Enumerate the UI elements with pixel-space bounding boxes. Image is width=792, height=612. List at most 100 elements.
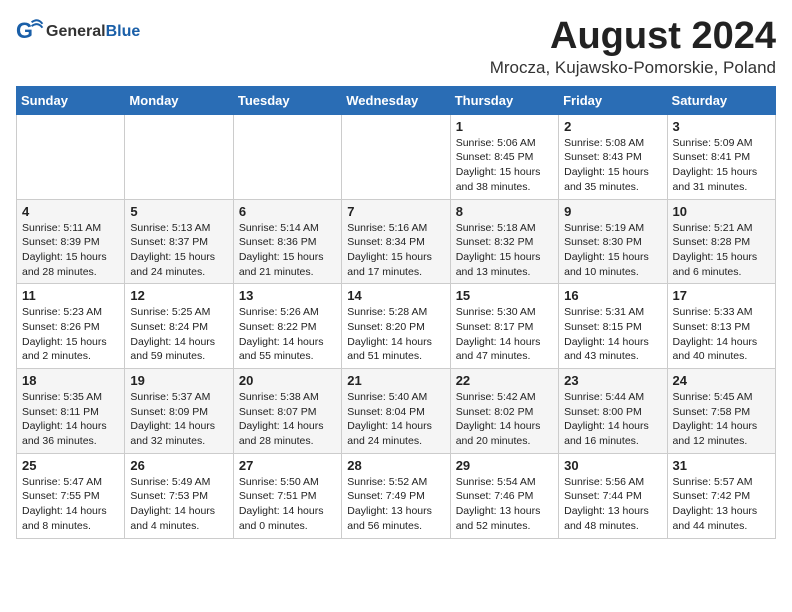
day-info: Sunrise: 5:47 AMSunset: 7:55 PMDaylight:… xyxy=(22,475,119,534)
calendar-cell: 14Sunrise: 5:28 AMSunset: 8:20 PMDayligh… xyxy=(342,284,450,369)
day-number: 19 xyxy=(130,373,227,388)
day-info: Sunrise: 5:49 AMSunset: 7:53 PMDaylight:… xyxy=(130,475,227,534)
day-number: 11 xyxy=(22,288,119,303)
day-info: Sunrise: 5:14 AMSunset: 8:36 PMDaylight:… xyxy=(239,221,336,280)
day-info: Sunrise: 5:45 AMSunset: 7:58 PMDaylight:… xyxy=(673,390,770,449)
day-number: 30 xyxy=(564,458,661,473)
calendar-cell xyxy=(342,114,450,199)
day-number: 7 xyxy=(347,204,444,219)
day-info: Sunrise: 5:37 AMSunset: 8:09 PMDaylight:… xyxy=(130,390,227,449)
day-number: 27 xyxy=(239,458,336,473)
logo-blue: Blue xyxy=(106,23,141,40)
calendar-cell: 8Sunrise: 5:18 AMSunset: 8:32 PMDaylight… xyxy=(450,199,558,284)
day-info: Sunrise: 5:09 AMSunset: 8:41 PMDaylight:… xyxy=(673,136,770,195)
calendar-cell: 24 Sunrise: 5:45 AMSunset: 7:58 PMDayligh… xyxy=(667,369,775,454)
calendar-cell xyxy=(17,114,125,199)
calendar-cell: 30 Sunrise: 5:56 AMSunset: 7:44 PMDayligh… xyxy=(559,453,667,538)
logo: G GeneralBlue xyxy=(16,16,140,44)
calendar-cell: 2Sunrise: 5:08 AMSunset: 8:43 PMDaylight… xyxy=(559,114,667,199)
day-info: Sunrise: 5:25 AMSunset: 8:24 PMDaylight:… xyxy=(130,305,227,364)
weekday-header-cell: Monday xyxy=(125,86,233,114)
day-info: Sunrise: 5:06 AMSunset: 8:45 PMDaylight:… xyxy=(456,136,553,195)
svg-text:G: G xyxy=(16,18,33,43)
calendar-week-row: 25Sunrise: 5:47 AMSunset: 7:55 PMDayligh… xyxy=(17,453,776,538)
calendar-cell: 13Sunrise: 5:26 AMSunset: 8:22 PMDayligh… xyxy=(233,284,341,369)
day-info: Sunrise: 5:26 AMSunset: 8:22 PMDaylight:… xyxy=(239,305,336,364)
weekday-header-cell: Thursday xyxy=(450,86,558,114)
calendar-cell: 17Sunrise: 5:33 AMSunset: 8:13 PMDayligh… xyxy=(667,284,775,369)
calendar-table: SundayMondayTuesdayWednesdayThursdayFrid… xyxy=(16,86,776,539)
day-number: 9 xyxy=(564,204,661,219)
day-info: Sunrise: 5:56 AMSunset: 7:44 PMDaylight:… xyxy=(564,475,661,534)
logo-icon: G xyxy=(16,16,44,44)
calendar-cell: 4Sunrise: 5:11 AMSunset: 8:39 PMDaylight… xyxy=(17,199,125,284)
day-number: 18 xyxy=(22,373,119,388)
weekday-header-cell: Saturday xyxy=(667,86,775,114)
calendar-cell: 1 Sunrise: 5:06 AMSunset: 8:45 PMDaylight… xyxy=(450,114,558,199)
calendar-cell: 31 Sunrise: 5:57 AMSunset: 7:42 PMDayligh… xyxy=(667,453,775,538)
day-number: 16 xyxy=(564,288,661,303)
day-info: Sunrise: 5:50 AMSunset: 7:51 PMDaylight:… xyxy=(239,475,336,534)
day-number: 5 xyxy=(130,204,227,219)
calendar-cell: 11 Sunrise: 5:23 AMSunset: 8:26 PMDayligh… xyxy=(17,284,125,369)
day-info: Sunrise: 5:52 AMSunset: 7:49 PMDaylight:… xyxy=(347,475,444,534)
calendar-body: 1 Sunrise: 5:06 AMSunset: 8:45 PMDaylight… xyxy=(17,114,776,538)
day-info: Sunrise: 5:57 AMSunset: 7:42 PMDaylight:… xyxy=(673,475,770,534)
day-info: Sunrise: 5:44 AMSunset: 8:00 PMDaylight:… xyxy=(564,390,661,449)
day-info: Sunrise: 5:54 AMSunset: 7:46 PMDaylight:… xyxy=(456,475,553,534)
calendar-cell: 22Sunrise: 5:42 AMSunset: 8:02 PMDayligh… xyxy=(450,369,558,454)
day-info: Sunrise: 5:35 AMSunset: 8:11 PMDaylight:… xyxy=(22,390,119,449)
day-info: Sunrise: 5:40 AMSunset: 8:04 PMDaylight:… xyxy=(347,390,444,449)
calendar-cell: 20Sunrise: 5:38 AMSunset: 8:07 PMDayligh… xyxy=(233,369,341,454)
day-info: Sunrise: 5:18 AMSunset: 8:32 PMDaylight:… xyxy=(456,221,553,280)
calendar-cell: 12Sunrise: 5:25 AMSunset: 8:24 PMDayligh… xyxy=(125,284,233,369)
calendar-week-row: 18 Sunrise: 5:35 AMSunset: 8:11 PMDayligh… xyxy=(17,369,776,454)
day-info: Sunrise: 5:08 AMSunset: 8:43 PMDaylight:… xyxy=(564,136,661,195)
calendar-cell: 10 Sunrise: 5:21 AMSunset: 8:28 PMDayligh… xyxy=(667,199,775,284)
calendar-cell: 28 Sunrise: 5:52 AMSunset: 7:49 PMDayligh… xyxy=(342,453,450,538)
calendar-cell: 27 Sunrise: 5:50 AMSunset: 7:51 PMDayligh… xyxy=(233,453,341,538)
weekday-header-cell: Sunday xyxy=(17,86,125,114)
calendar-week-row: 4Sunrise: 5:11 AMSunset: 8:39 PMDaylight… xyxy=(17,199,776,284)
day-number: 31 xyxy=(673,458,770,473)
day-number: 6 xyxy=(239,204,336,219)
location-subtitle: Mrocza, Kujawsko-Pomorskie, Poland xyxy=(490,58,776,78)
page-header: G GeneralBlue August 2024 Mrocza, Kujaws… xyxy=(16,16,776,78)
calendar-cell: 3Sunrise: 5:09 AMSunset: 8:41 PMDaylight… xyxy=(667,114,775,199)
calendar-cell: 7 Sunrise: 5:16 AMSunset: 8:34 PMDaylight… xyxy=(342,199,450,284)
day-number: 28 xyxy=(347,458,444,473)
calendar-cell: 9 Sunrise: 5:19 AMSunset: 8:30 PMDaylight… xyxy=(559,199,667,284)
calendar-cell: 25Sunrise: 5:47 AMSunset: 7:55 PMDayligh… xyxy=(17,453,125,538)
day-number: 10 xyxy=(673,204,770,219)
day-info: Sunrise: 5:38 AMSunset: 8:07 PMDaylight:… xyxy=(239,390,336,449)
day-info: Sunrise: 5:21 AMSunset: 8:28 PMDaylight:… xyxy=(673,221,770,280)
calendar-cell: 21 Sunrise: 5:40 AMSunset: 8:04 PMDayligh… xyxy=(342,369,450,454)
day-number: 23 xyxy=(564,373,661,388)
day-info: Sunrise: 5:33 AMSunset: 8:13 PMDaylight:… xyxy=(673,305,770,364)
calendar-cell: 19 Sunrise: 5:37 AMSunset: 8:09 PMDayligh… xyxy=(125,369,233,454)
day-number: 1 xyxy=(456,119,553,134)
calendar-cell: 29 Sunrise: 5:54 AMSunset: 7:46 PMDayligh… xyxy=(450,453,558,538)
weekday-header-cell: Wednesday xyxy=(342,86,450,114)
calendar-week-row: 11 Sunrise: 5:23 AMSunset: 8:26 PMDayligh… xyxy=(17,284,776,369)
day-info: Sunrise: 5:19 AMSunset: 8:30 PMDaylight:… xyxy=(564,221,661,280)
day-number: 21 xyxy=(347,373,444,388)
logo-general: General xyxy=(46,23,106,40)
day-info: Sunrise: 5:23 AMSunset: 8:26 PMDaylight:… xyxy=(22,305,119,364)
weekday-header-cell: Friday xyxy=(559,86,667,114)
day-number: 24 xyxy=(673,373,770,388)
day-number: 29 xyxy=(456,458,553,473)
day-info: Sunrise: 5:13 AMSunset: 8:37 PMDaylight:… xyxy=(130,221,227,280)
day-number: 22 xyxy=(456,373,553,388)
day-info: Sunrise: 5:30 AMSunset: 8:17 PMDaylight:… xyxy=(456,305,553,364)
calendar-cell: 6 Sunrise: 5:14 AMSunset: 8:36 PMDaylight… xyxy=(233,199,341,284)
calendar-week-row: 1 Sunrise: 5:06 AMSunset: 8:45 PMDaylight… xyxy=(17,114,776,199)
day-info: Sunrise: 5:31 AMSunset: 8:15 PMDaylight:… xyxy=(564,305,661,364)
day-info: Sunrise: 5:28 AMSunset: 8:20 PMDaylight:… xyxy=(347,305,444,364)
calendar-cell: 5 Sunrise: 5:13 AMSunset: 8:37 PMDaylight… xyxy=(125,199,233,284)
day-info: Sunrise: 5:16 AMSunset: 8:34 PMDaylight:… xyxy=(347,221,444,280)
calendar-cell: 16 Sunrise: 5:31 AMSunset: 8:15 PMDayligh… xyxy=(559,284,667,369)
title-section: August 2024 Mrocza, Kujawsko-Pomorskie, … xyxy=(490,16,776,78)
weekday-header-row: SundayMondayTuesdayWednesdayThursdayFrid… xyxy=(17,86,776,114)
day-info: Sunrise: 5:11 AMSunset: 8:39 PMDaylight:… xyxy=(22,221,119,280)
